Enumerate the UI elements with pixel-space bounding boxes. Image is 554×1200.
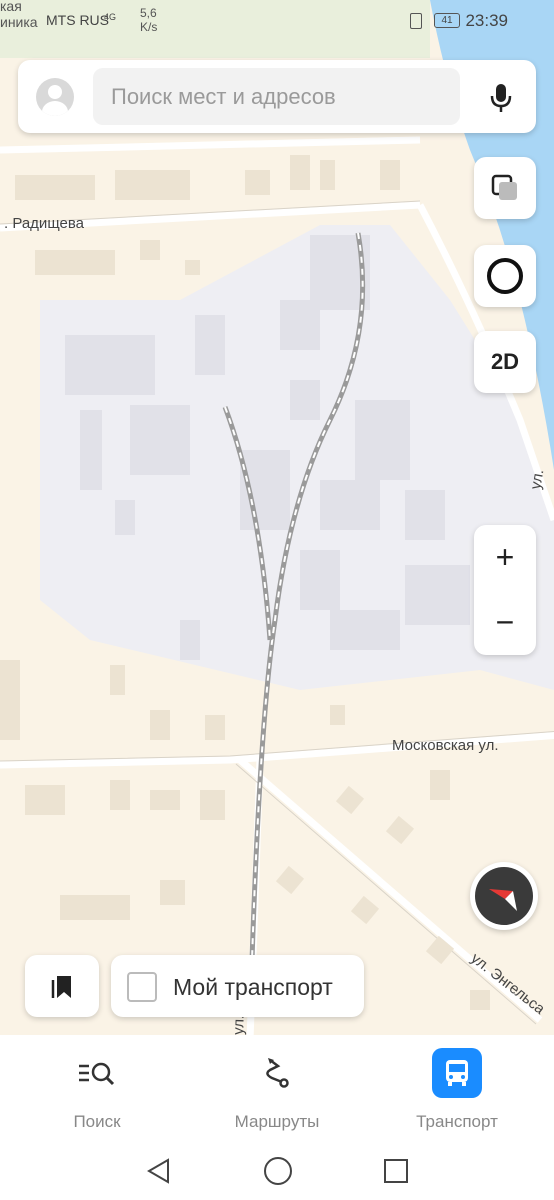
plus-icon: +	[495, 539, 515, 575]
clock: 23:39	[465, 11, 508, 30]
street-fragment: иника	[0, 14, 38, 30]
zoom-out-button[interactable]: −	[474, 590, 536, 655]
bottom-tab-bar: Поиск Маршруты Транспорт	[0, 1035, 554, 1145]
street-label-radishcheva: . Радищева	[4, 215, 85, 232]
battery-icon: 41	[434, 13, 460, 28]
bookmarks-icon	[51, 976, 71, 998]
system-nav-bar	[0, 1145, 554, 1200]
compass-icon	[489, 889, 517, 911]
compass-button[interactable]	[470, 862, 538, 930]
tab-routes-label: Маршруты	[234, 1112, 320, 1131]
tab-search-label: Поиск	[73, 1112, 121, 1131]
my-transport-label: Мой транспорт	[173, 974, 333, 1000]
recent-apps-icon[interactable]	[384, 1159, 408, 1183]
zoom-control: + −	[474, 525, 536, 655]
search-input[interactable]: Поиск мест и адресов	[93, 68, 460, 125]
tab-transport[interactable]: Транспорт	[365, 1035, 549, 1145]
assistant-icon	[487, 258, 523, 294]
view-mode-button[interactable]: 2D	[474, 331, 536, 393]
status-bar: кая иника MTS RUS 4G 5,6 K/s 41 23:39	[0, 0, 554, 44]
vibrate-icon	[410, 13, 422, 29]
zoom-in-button[interactable]: +	[474, 525, 536, 590]
street-label-ul-right: ул.	[527, 468, 547, 491]
carrier-name: MTS RUS	[46, 12, 109, 28]
my-transport-checkbox[interactable]	[127, 972, 157, 1002]
bus-icon	[446, 1060, 468, 1086]
layers-button[interactable]	[474, 157, 536, 219]
tab-routes[interactable]: Маршруты	[185, 1035, 369, 1145]
home-icon[interactable]	[264, 1157, 292, 1185]
view-mode-label: 2D	[490, 349, 520, 374]
search-bar: Поиск мест и адресов	[18, 60, 536, 133]
street-label-ul-bottom: ул.	[230, 1014, 248, 1035]
voice-assistant-button[interactable]	[474, 245, 536, 307]
network-speed: 5,6 K/s	[140, 6, 158, 34]
layers-icon	[491, 174, 517, 200]
search-placeholder: Поиск мест и адресов	[111, 84, 336, 109]
bookmarks-button[interactable]	[25, 955, 99, 1017]
tab-transport-label: Транспорт	[416, 1112, 498, 1131]
network-type: 4G	[104, 12, 117, 22]
avatar[interactable]	[36, 78, 74, 116]
route-icon	[266, 1058, 289, 1088]
tab-search[interactable]: Поиск	[5, 1035, 189, 1145]
street-label-moskovskaya: Московская ул.	[392, 737, 499, 754]
search-list-icon	[79, 1062, 115, 1086]
my-transport-toggle[interactable]: Мой транспорт	[111, 955, 364, 1017]
minus-icon: −	[495, 604, 515, 640]
top-street-fragment: кая	[0, 0, 22, 14]
back-icon[interactable]	[146, 1157, 172, 1185]
microphone-icon[interactable]	[488, 82, 514, 114]
